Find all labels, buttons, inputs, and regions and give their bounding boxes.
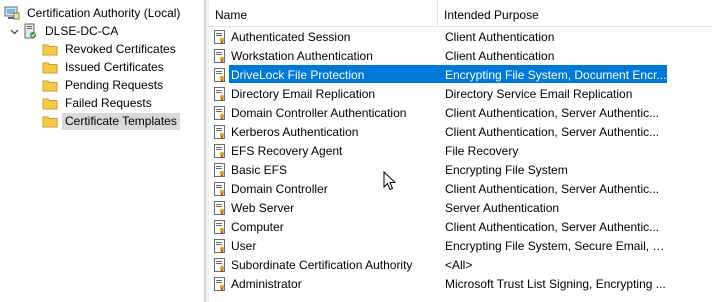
template-list: Name Intended Purpose Authenticated Sess… [209,0,712,302]
name-cell: Authenticated Session [209,29,438,45]
certificate-template-icon [214,124,225,139]
column-header-name[interactable]: Name [209,0,438,26]
folder-icon [42,80,58,92]
certificate-template-icon [214,257,225,272]
ca-server-icon [24,23,36,39]
template-name: Subordinate Certification Authority [231,257,413,272]
name-cell: Administrator [209,276,438,292]
certificate-template-icon [214,200,225,215]
table-row[interactable]: Domain Controller Client Authentication, … [209,179,712,198]
console-tree: Certification Authority (Local) DLSE-DC-… [0,0,205,302]
name-cell: Basic EFS [209,162,438,178]
tree-ca-label: DLSE-DC-CA [45,23,119,38]
table-row[interactable]: Authenticated Session Client Authenticati… [209,27,712,46]
list-rows: Authenticated Session Client Authenticati… [209,27,712,293]
certificate-template-icon [214,48,225,63]
name-cell: Computer [209,219,438,235]
tree-item-label: Certificate Templates [62,112,180,130]
chevron-down-icon[interactable] [8,25,20,37]
tree-item-pending-requests[interactable]: Pending Requests [42,76,166,94]
intended-purpose: <All> [445,257,473,272]
template-name: Authenticated Session [231,29,351,44]
table-row[interactable]: Kerberos Authentication Client Authentica… [209,122,712,141]
intended-purpose: Client Authentication, Server Authentic.… [445,181,660,196]
intended-purpose: Client Authentication [445,48,555,63]
folder-icon [42,116,58,128]
template-name: Domain Controller Authentication [231,105,407,120]
tree-item-label: Failed Requests [65,95,152,110]
table-row[interactable]: DriveLock File Protection Encrypting File… [209,65,712,84]
intended-purpose: Directory Service Email Replication [445,86,633,101]
tree-item-label: Pending Requests [65,77,164,92]
intended-purpose: Client Authentication [445,29,555,44]
name-cell: Kerberos Authentication [209,124,438,140]
tree-root[interactable]: Certification Authority (Local) [4,4,183,22]
column-header-intended-purpose[interactable]: Intended Purpose [438,0,712,26]
tree-item-certificate-templates[interactable]: Certificate Templates [42,112,180,130]
tree-item-issued-certificates[interactable]: Issued Certificates [42,58,167,76]
template-name: Basic EFS [231,162,288,177]
certificate-template-icon [214,67,225,82]
table-row[interactable]: EFS Recovery Agent File Recovery [209,141,712,160]
template-name: User [231,238,257,253]
table-row[interactable]: Computer Client Authentication, Server Au… [209,217,712,236]
certificate-template-icon [214,105,225,120]
intended-purpose: Client Authentication, Server Authentic.… [445,124,660,139]
table-row[interactable]: Workstation Authentication Client Authent… [209,46,712,65]
name-cell: Domain Controller Authentication [209,105,438,121]
certificate-template-icon [214,143,225,158]
template-name: Kerberos Authentication [231,124,359,139]
table-row[interactable]: Basic EFS Encrypting File System [209,160,712,179]
intended-purpose: Server Authentication [445,200,560,215]
table-row[interactable]: Administrator Microsoft Trust List Signin… [209,274,712,293]
intended-purpose: Encrypting File System, Document Encr... [445,67,667,82]
table-row[interactable]: Directory Email Replication Directory Ser… [209,84,712,103]
list-header: Name Intended Purpose [209,0,712,27]
ca-computer-icon [4,6,20,20]
template-name: EFS Recovery Agent [231,143,343,158]
intended-purpose: Encrypting File System [445,162,568,177]
intended-purpose: Microsoft Trust List Signing, Encrypting… [445,276,666,291]
name-cell: Subordinate Certification Authority [209,257,438,273]
name-cell: Web Server [209,200,438,216]
template-name: Web Server [231,200,295,215]
certificate-template-icon [214,29,225,44]
certificate-template-icon [214,86,225,101]
intended-purpose: Client Authentication, Server Authentic.… [445,105,660,120]
tree-item-label: Revoked Certificates [65,41,176,56]
certificate-template-icon [214,219,225,234]
name-cell: EFS Recovery Agent [209,143,438,159]
intended-purpose: Encrypting File System, Secure Email, Cl… [445,238,668,253]
tree-item-failed-requests[interactable]: Failed Requests [42,94,155,112]
table-row[interactable]: Subordinate Certification Authority <All> [209,255,712,274]
intended-purpose: Client Authentication, Server Authentic.… [445,219,660,234]
name-cell: Domain Controller [209,181,438,197]
table-row[interactable]: Domain Controller Authentication Client A… [209,103,712,122]
template-name: Workstation Authentication [231,48,373,63]
template-name: DriveLock File Protection [231,67,365,82]
table-row[interactable]: User Encrypting File System, Secure Email… [209,236,712,255]
certificate-template-icon [214,276,225,291]
folder-icon [42,62,58,74]
tree-ca-node[interactable]: DLSE-DC-CA [8,22,121,40]
template-name: Domain Controller [231,181,328,196]
template-name: Directory Email Replication [231,86,376,101]
tree-root-label: Certification Authority (Local) [27,5,181,20]
certificate-template-icon [214,238,225,253]
table-row[interactable]: Web Server Server Authentication [209,198,712,217]
tree-item-label: Issued Certificates [65,59,164,74]
template-name: Computer [231,219,284,234]
folder-icon [42,44,58,56]
intended-purpose: File Recovery [445,143,519,158]
certificate-template-icon [214,162,225,177]
certificate-template-icon [214,181,225,196]
folder-icon [42,98,58,110]
name-cell: Directory Email Replication [209,86,438,102]
name-cell: Workstation Authentication [209,48,438,64]
name-cell: User [209,238,438,254]
tree-item-revoked-certificates[interactable]: Revoked Certificates [42,40,179,58]
template-name: Administrator [231,276,302,291]
mouse-pointer-icon [383,171,397,191]
